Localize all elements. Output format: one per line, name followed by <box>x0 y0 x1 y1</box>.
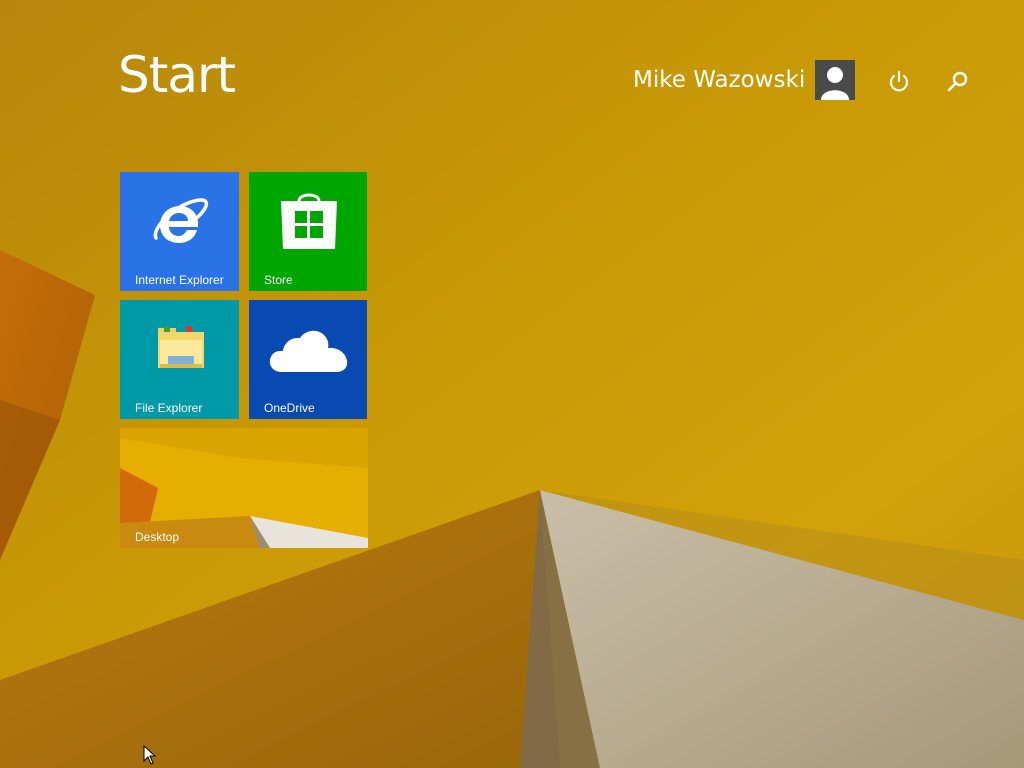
tile-internet-explorer[interactable]: Internet Explorer <box>120 172 239 291</box>
tile-file-explorer[interactable]: File Explorer <box>120 300 239 419</box>
user-avatar-icon <box>815 60 856 100</box>
user-account-button[interactable]: Mike Wazowski <box>633 59 856 101</box>
page-title: Start <box>118 46 236 104</box>
user-name: Mike Wazowski <box>633 67 806 93</box>
mouse-cursor-icon <box>143 745 157 765</box>
store-icon <box>281 187 337 257</box>
start-screen: Start Mike Wazowski Internet Explorer St… <box>0 0 1024 768</box>
tile-desktop[interactable]: Desktop <box>120 428 368 548</box>
tile-onedrive[interactable]: OneDrive <box>249 300 367 419</box>
tile-label: File Explorer <box>135 401 203 415</box>
tile-label: OneDrive <box>264 401 315 415</box>
tile-label: Store <box>264 273 293 287</box>
power-icon[interactable] <box>886 68 912 94</box>
tile-store[interactable]: Store <box>249 172 367 291</box>
tile-label: Internet Explorer <box>135 273 224 287</box>
tile-label: Desktop <box>135 530 180 544</box>
search-icon[interactable] <box>945 68 971 94</box>
internet-explorer-icon <box>150 192 210 256</box>
file-explorer-icon <box>156 324 206 376</box>
onedrive-icon <box>268 326 350 380</box>
